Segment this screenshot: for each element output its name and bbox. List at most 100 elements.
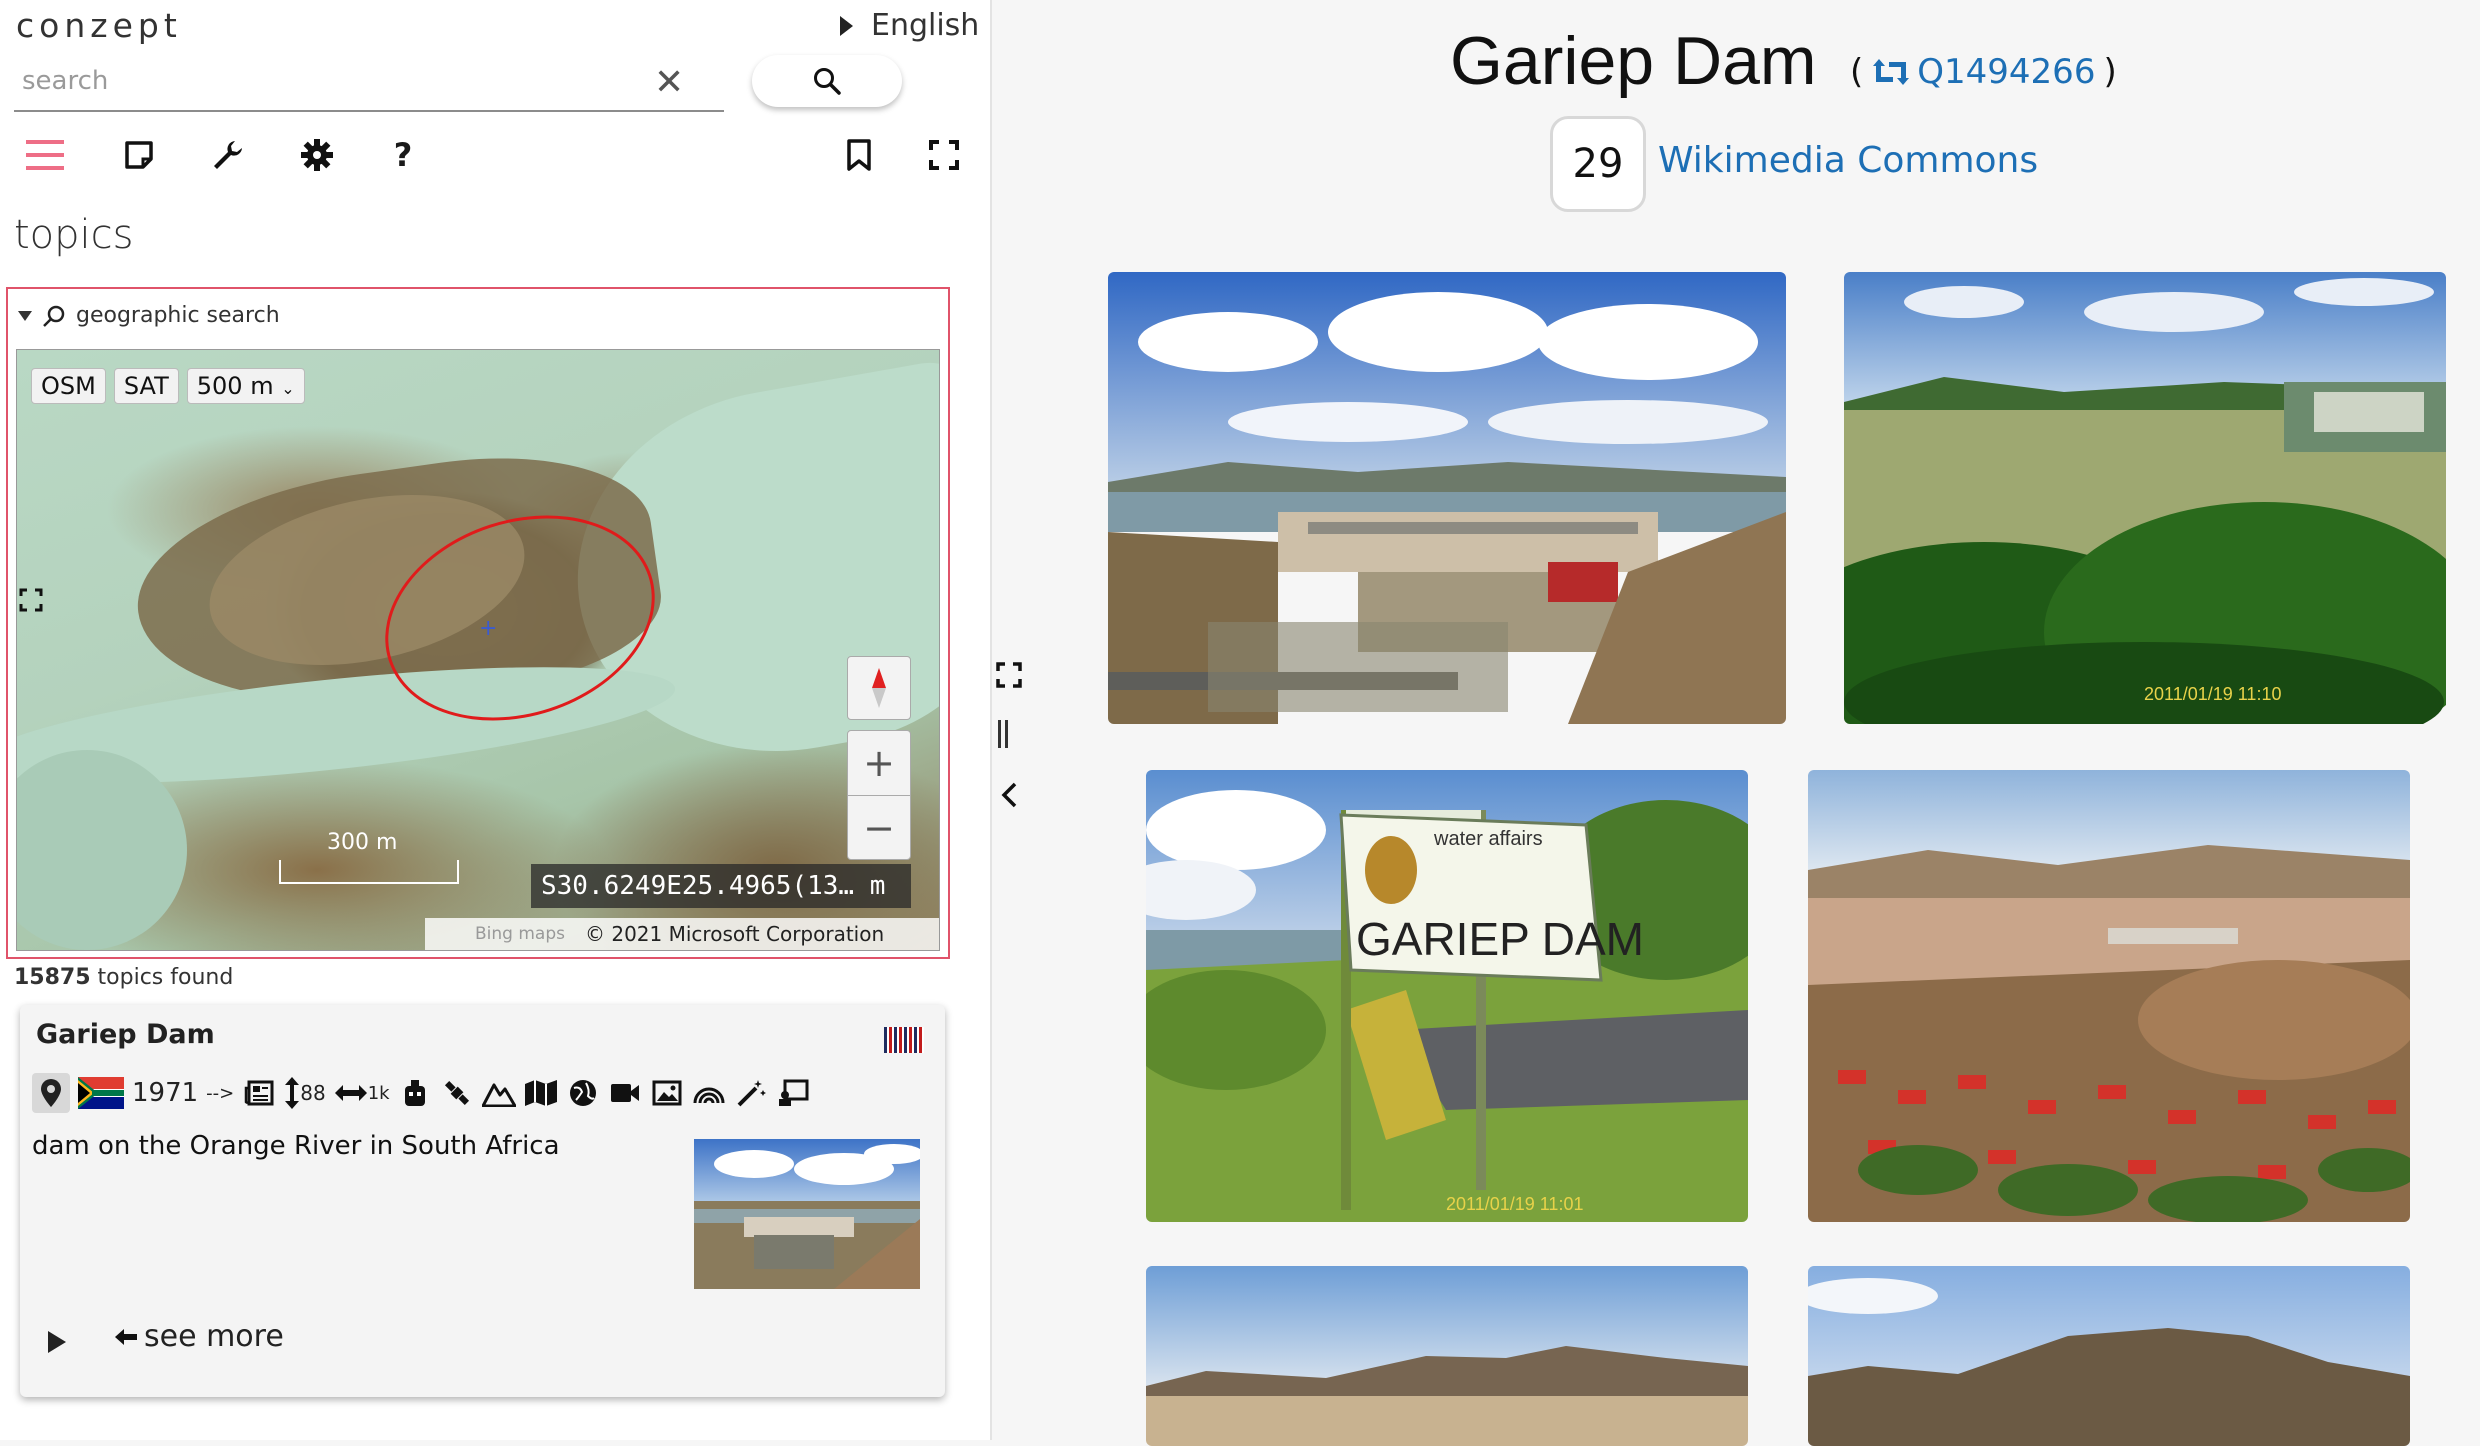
newspaper-icon[interactable] bbox=[242, 1076, 276, 1110]
wrench-icon[interactable] bbox=[203, 130, 253, 180]
topic-title[interactable]: Gariep Dam bbox=[36, 1019, 215, 1050]
triangle-right-icon bbox=[840, 15, 853, 36]
length-indicator: 1k bbox=[334, 1083, 390, 1104]
gear-icon[interactable] bbox=[292, 130, 342, 180]
photo-timestamp: 2011/01/19 11:10 bbox=[2144, 684, 2281, 704]
wikidata-id: ( Q1494266 ) bbox=[1850, 52, 2117, 92]
map-icon[interactable] bbox=[524, 1076, 558, 1110]
map-attribution: Bing maps © 2021 Microsoft Corporation bbox=[425, 918, 939, 950]
chevron-left-icon[interactable] bbox=[1000, 782, 1020, 808]
left-panel: conzept English ✕ ? top bbox=[0, 0, 992, 1440]
radius-value: 500 m bbox=[196, 372, 274, 400]
horizontal-arrows-icon bbox=[334, 1085, 367, 1101]
photo-gariep-dam-sign[interactable]: water affairs GARIEP DAM 2011/01/19 11:0… bbox=[1146, 770, 1748, 1222]
search-input[interactable] bbox=[14, 56, 644, 106]
wikimedia-commons-link[interactable]: Wikimedia Commons bbox=[1658, 140, 2038, 181]
zoom-out-button[interactable]: − bbox=[848, 795, 910, 860]
topic-icon-bar: 1971 --> 88 1k bbox=[32, 1071, 810, 1115]
scale-label: 300 m bbox=[327, 830, 398, 855]
article-title: Gariep Dam bbox=[1450, 23, 1817, 99]
geographic-search-label: geographic search bbox=[76, 303, 280, 328]
bing-logo: Bing maps bbox=[475, 924, 565, 944]
sign-text: GARIEP DAM bbox=[1356, 913, 1644, 965]
fullscreen-icon[interactable] bbox=[919, 130, 969, 180]
layer-osm-button[interactable]: OSM bbox=[31, 368, 106, 404]
search-icon bbox=[814, 68, 841, 95]
length-value: 1k bbox=[367, 1082, 390, 1104]
photo-timestamp: 2011/01/19 11:01 bbox=[1446, 1194, 1583, 1214]
coordinates-readout: S30.6249E25.4965(13… m bbox=[531, 864, 911, 908]
image-count-badge: 29 bbox=[1550, 116, 1646, 212]
results-count: 15875 topics found bbox=[14, 965, 233, 990]
attribution-text: © 2021 Microsoft Corporation bbox=[585, 922, 885, 946]
robot-icon[interactable] bbox=[398, 1076, 432, 1110]
search-button[interactable] bbox=[752, 55, 902, 107]
presentation-icon[interactable] bbox=[776, 1076, 810, 1110]
help-icon[interactable]: ? bbox=[378, 130, 428, 180]
topic-description: dam on the Orange River in South Africa bbox=[32, 1131, 560, 1161]
photo-landscape-2[interactable] bbox=[1808, 1266, 2410, 1446]
language-label: English bbox=[871, 8, 980, 43]
mountains-icon[interactable] bbox=[481, 1076, 516, 1110]
topic-thumbnail[interactable] bbox=[694, 1139, 920, 1289]
image-icon[interactable] bbox=[650, 1076, 684, 1110]
results-suffix: topics found bbox=[90, 965, 234, 990]
language-selector[interactable]: English bbox=[840, 8, 979, 43]
zoom-controls: + − bbox=[847, 730, 911, 860]
see-more-label: see more bbox=[144, 1319, 284, 1354]
toolbar: ? bbox=[0, 130, 990, 180]
map-layer-controls: OSM SAT 500 m ⌄ bbox=[31, 368, 305, 404]
topic-card[interactable]: Gariep Dam 1971 --> 88 1k dam on the Ora… bbox=[20, 1005, 945, 1397]
height-value: 88 bbox=[300, 1081, 326, 1105]
magic-wand-icon[interactable] bbox=[734, 1076, 768, 1110]
search-icon bbox=[43, 305, 65, 327]
map-pin-icon[interactable] bbox=[32, 1073, 70, 1113]
inception-year: 1971 bbox=[132, 1078, 199, 1108]
see-more-link[interactable]: see more bbox=[114, 1319, 284, 1354]
clear-icon[interactable]: ✕ bbox=[654, 62, 684, 103]
geographic-search-toggle[interactable]: geographic search bbox=[18, 303, 280, 328]
height-indicator: 88 bbox=[284, 1076, 326, 1110]
fullscreen-icon[interactable] bbox=[996, 662, 1022, 688]
map-scale-bar: 300 m bbox=[279, 830, 459, 884]
year-arrow: --> bbox=[206, 1082, 235, 1104]
crosshair-icon: + bbox=[479, 616, 498, 641]
panel-resize-handle[interactable] bbox=[998, 720, 1008, 748]
retweet-icon bbox=[1873, 59, 1910, 85]
app-logo[interactable]: conzept bbox=[16, 6, 182, 45]
search-bar: ✕ bbox=[14, 56, 724, 112]
sign-small-text: water affairs bbox=[1433, 828, 1543, 850]
barcode-icon[interactable] bbox=[884, 1027, 924, 1053]
arrow-left-icon bbox=[115, 1328, 137, 1345]
triangle-down-icon bbox=[18, 310, 32, 321]
topics-heading: topics bbox=[14, 212, 134, 258]
paren-close: ) bbox=[2103, 52, 2117, 92]
video-icon[interactable] bbox=[608, 1076, 642, 1110]
map-fullscreen-icon[interactable] bbox=[19, 588, 43, 612]
satellite-map[interactable]: OSM SAT 500 m ⌄ + + − 300 m S30.6249E25.… bbox=[16, 349, 940, 951]
compass-button[interactable] bbox=[847, 656, 911, 720]
chevron-down-icon: ⌄ bbox=[281, 379, 295, 398]
bookmark-icon[interactable] bbox=[834, 130, 884, 180]
paren-open: ( bbox=[1850, 52, 1864, 92]
globe-icon[interactable] bbox=[566, 1076, 600, 1110]
photo-reservoir-lake[interactable]: 2011/01/19 11:10 bbox=[1844, 272, 2446, 724]
photo-landscape-1[interactable] bbox=[1146, 1266, 1748, 1446]
play-icon[interactable] bbox=[48, 1331, 66, 1353]
satellite-icon[interactable] bbox=[440, 1076, 474, 1110]
qid-label: Q1494266 bbox=[1917, 52, 2096, 92]
results-number: 15875 bbox=[14, 965, 91, 990]
wikidata-link[interactable]: Q1494266 bbox=[1871, 52, 2095, 92]
vertical-arrows-icon bbox=[285, 1077, 300, 1109]
compass-icon bbox=[872, 668, 886, 708]
photo-resort-view[interactable] bbox=[1808, 770, 2410, 1222]
zoom-in-button[interactable]: + bbox=[848, 731, 910, 795]
layer-sat-button[interactable]: SAT bbox=[113, 368, 179, 404]
rainbow-icon[interactable] bbox=[692, 1076, 726, 1110]
menu-icon[interactable] bbox=[20, 130, 70, 180]
radius-select[interactable]: 500 m ⌄ bbox=[186, 368, 305, 404]
south-africa-flag-icon[interactable] bbox=[78, 1077, 124, 1109]
sticky-note-icon[interactable] bbox=[114, 130, 164, 180]
geographic-search-panel: geographic search OSM SAT 500 m ⌄ + + − bbox=[6, 287, 950, 959]
photo-dam-overview[interactable] bbox=[1108, 272, 1786, 724]
